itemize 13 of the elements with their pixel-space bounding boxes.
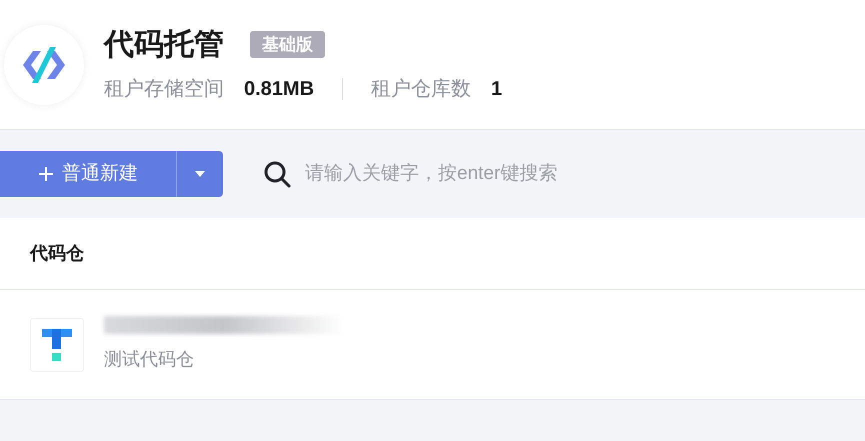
plan-badge: 基础版 (250, 31, 325, 58)
column-header: 代码仓 (30, 242, 84, 265)
caret-icon (195, 171, 205, 177)
plus-icon (38, 166, 54, 182)
repo-description: 测试代码仓 (104, 348, 195, 371)
search-icon (263, 160, 291, 188)
stat-label: 租户存储空间 (104, 78, 224, 98)
stat-value: 0.81MB (244, 78, 314, 98)
repo-icon (30, 318, 84, 372)
stat-value: 1 (491, 78, 502, 98)
search-field[interactable]: 请输入关键字，按enter键搜索 (263, 160, 683, 188)
stat-label: 租户仓库数 (371, 78, 472, 98)
page-title: 代码托管 (104, 30, 224, 60)
